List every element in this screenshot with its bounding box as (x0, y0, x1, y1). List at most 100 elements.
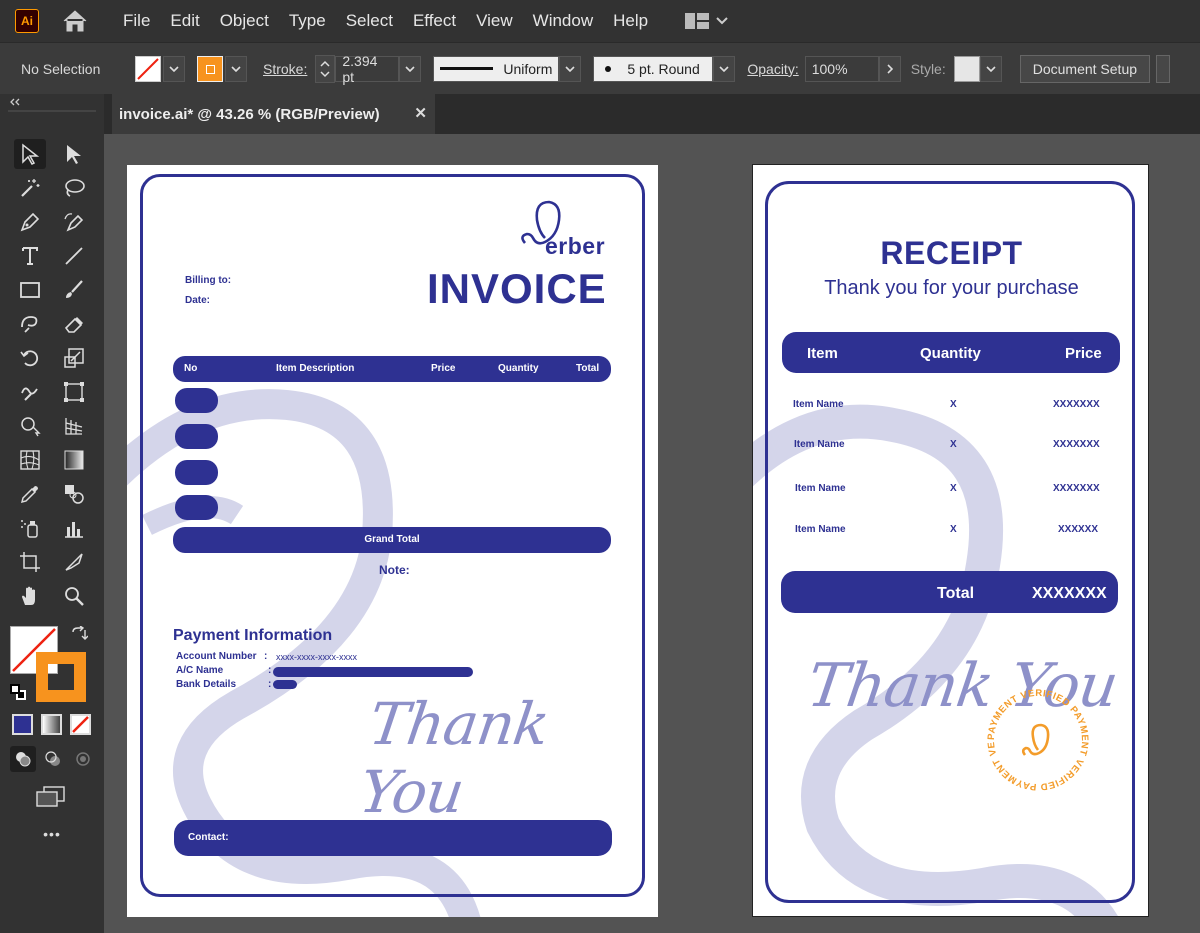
row-qty: X (950, 439, 957, 450)
row-number-pill (175, 460, 218, 485)
fill-swatch[interactable] (135, 55, 161, 82)
paintbrush-tool[interactable] (58, 275, 90, 305)
opacity-label[interactable]: Opacity: (747, 61, 798, 77)
brush-label: 5 pt. Round (627, 60, 700, 77)
eyedropper-tool[interactable] (14, 479, 46, 509)
type-tool[interactable] (14, 241, 46, 271)
document-tab[interactable]: invoice.ai* @ 43.26 % (RGB/Preview) ✕ (112, 94, 435, 134)
swap-arrows-icon[interactable] (70, 626, 88, 644)
shape-builder-tool[interactable] (14, 411, 46, 441)
home-icon[interactable] (61, 7, 89, 35)
symbol-sprayer-tool[interactable] (14, 513, 46, 543)
slice-tool[interactable] (58, 547, 90, 577)
profile-dropdown[interactable] (559, 55, 582, 82)
none-mode-button[interactable] (70, 714, 91, 735)
menu-help[interactable]: Help (603, 0, 658, 42)
hand-tool[interactable] (14, 581, 46, 611)
menu-type[interactable]: Type (279, 0, 336, 42)
stroke-weight-input[interactable]: 2.394 pt (335, 53, 400, 85)
receipt-artboard[interactable]: RECEIPT Thank you for your purchase Item… (752, 164, 1149, 917)
zoom-tool[interactable] (58, 581, 90, 611)
document-tab-bar: invoice.ai* @ 43.26 % (RGB/Preview) ✕ (104, 94, 1200, 134)
pen-tool[interactable] (14, 207, 46, 237)
receipt-table-header: Item Quantity Price (782, 332, 1120, 373)
opacity-arrow[interactable] (878, 55, 901, 82)
blend-tool[interactable] (58, 479, 90, 509)
stroke-weight-dropdown[interactable] (399, 55, 422, 82)
menu-select[interactable]: Select (336, 0, 403, 42)
collapse-panel-icon[interactable] (9, 98, 21, 106)
menu-object[interactable]: Object (210, 0, 279, 42)
stroke-color-dropdown[interactable] (225, 55, 247, 82)
col-quantity: Quantity (920, 345, 981, 362)
menu-window[interactable]: Window (523, 0, 603, 42)
menu-view[interactable]: View (466, 0, 523, 42)
selection-tool[interactable] (14, 139, 46, 169)
receipt-total-bar: Total XXXXXXX (781, 571, 1118, 613)
color-mode-row (12, 714, 94, 736)
variable-width-profile[interactable]: Uniform (433, 55, 560, 82)
fill-stroke-widget[interactable] (10, 626, 90, 702)
slice-knife-icon (65, 553, 83, 571)
col-price: Price (1065, 345, 1102, 362)
gradient-mode-button[interactable] (41, 714, 62, 735)
lasso-tool[interactable] (58, 173, 90, 203)
brush-dropdown[interactable] (713, 55, 736, 82)
opacity-input[interactable]: 100% (804, 55, 879, 82)
scale-tool[interactable] (58, 343, 90, 373)
account-number-value: xxxx-xxxx-xxxx-xxxx (276, 652, 357, 662)
preferences-button[interactable] (1156, 54, 1171, 83)
canvas-area[interactable]: erber INVOICE Billing to: Date: No Item … (104, 134, 1200, 933)
free-transform-tool[interactable] (58, 377, 90, 407)
perspective-grid-tool[interactable] (58, 411, 90, 441)
magic-wand-tool[interactable] (14, 173, 46, 203)
payment-info-title: Payment Information (173, 627, 333, 644)
stroke-swatch[interactable] (197, 55, 223, 82)
menu-file[interactable]: File (113, 0, 160, 42)
stroke-label[interactable]: Stroke: (263, 61, 307, 77)
document-setup-button[interactable]: Document Setup (1019, 54, 1151, 83)
total-value: XXXXXXX (1032, 585, 1107, 602)
default-colors-icon[interactable] (10, 684, 28, 702)
row-item-name: Item Name (793, 399, 844, 410)
curvature-tool[interactable] (58, 207, 90, 237)
billing-to-label: Billing to: (185, 275, 232, 286)
stroke-stepper[interactable] (315, 54, 336, 83)
receipt-subtitle: Thank you for your purchase (824, 277, 1079, 299)
stroke-orange-swatch[interactable] (36, 652, 86, 702)
stroke-line-preview (440, 67, 494, 70)
curvature-pen-icon (64, 213, 84, 232)
workspace-switcher[interactable] (684, 12, 728, 30)
fill-dropdown[interactable] (163, 55, 185, 82)
close-icon[interactable]: ✕ (414, 104, 427, 122)
direct-selection-tool[interactable] (58, 139, 90, 169)
shaper-tool[interactable] (14, 309, 46, 339)
brush-definition[interactable]: 5 pt. Round (593, 55, 714, 82)
magic-wand-icon (21, 179, 40, 197)
menu-edit[interactable]: Edit (160, 0, 209, 42)
rotate-tool[interactable] (14, 343, 46, 373)
draw-behind-button[interactable] (40, 746, 66, 772)
invoice-artboard[interactable]: erber INVOICE Billing to: Date: No Item … (127, 165, 658, 917)
warp-tool[interactable] (14, 377, 46, 407)
draw-inside-button[interactable] (70, 746, 96, 772)
artboard-tool[interactable] (14, 547, 46, 577)
menu-effect[interactable]: Effect (403, 0, 466, 42)
screen-mode-button[interactable] (34, 784, 68, 810)
color-mode-button[interactable] (12, 714, 33, 735)
style-swatch[interactable] (953, 55, 980, 82)
col-item-description: Item Description (276, 363, 355, 374)
chevron-down-icon (169, 65, 179, 72)
mesh-tool[interactable] (14, 445, 46, 475)
draw-normal-button[interactable] (10, 746, 36, 772)
line-segment-tool[interactable] (58, 241, 90, 271)
gradient-tool[interactable] (58, 445, 90, 475)
more-tools-button[interactable]: ••• (36, 826, 68, 842)
free-transform-icon (64, 382, 84, 402)
column-graph-tool[interactable] (58, 513, 90, 543)
direct-selection-arrow-icon (67, 145, 81, 164)
payment-verified-stamp: PAYMENT VERIFIED PAYMENT VERIFIED PAYMEN… (979, 677, 1093, 795)
style-dropdown[interactable] (979, 55, 1002, 82)
eraser-tool[interactable] (58, 309, 90, 339)
rectangle-tool[interactable] (14, 275, 46, 305)
